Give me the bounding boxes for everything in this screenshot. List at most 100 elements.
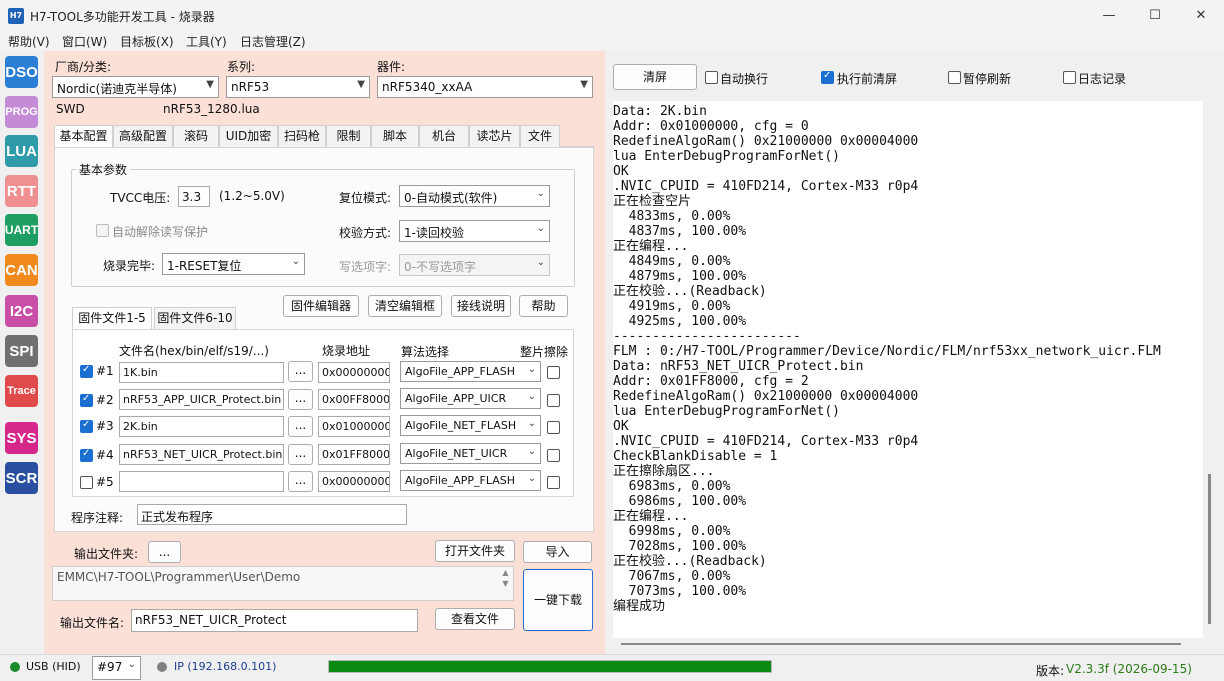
- word-wrap-checkbox[interactable]: [705, 71, 718, 84]
- clear-screen-button[interactable]: 清屏: [613, 64, 697, 90]
- address-input[interactable]: 0x00FF8000: [318, 389, 390, 410]
- tvcc-input[interactable]: 3.3: [178, 186, 210, 207]
- sidebar-prog-button[interactable]: PROG: [5, 96, 38, 128]
- address-input[interactable]: 0x00000000: [318, 471, 390, 492]
- menu-log[interactable]: 日志管理(Z): [240, 33, 306, 50]
- scrollbar-thumb[interactable]: [621, 643, 1181, 645]
- address-input[interactable]: 0x01FF8000: [318, 444, 390, 465]
- full-erase-checkbox[interactable]: [547, 366, 560, 379]
- sidebar-lua-button[interactable]: LUA: [5, 135, 38, 167]
- sidebar-can-button[interactable]: CAN: [5, 254, 38, 286]
- file-enable-checkbox[interactable]: [80, 419, 93, 433]
- menu-window[interactable]: 窗口(W): [62, 33, 107, 50]
- full-erase-checkbox[interactable]: [547, 394, 560, 407]
- tab-files[interactable]: 文件: [520, 125, 560, 147]
- maximize-button[interactable]: ☐: [1132, 0, 1178, 31]
- file-name-input[interactable]: [119, 471, 284, 492]
- option-bytes-select[interactable]: 0-不写选项字 ⌄: [399, 254, 550, 276]
- file-name-input[interactable]: nRF53_NET_UICR_Protect.bin: [119, 444, 284, 465]
- sidebar-sys-button[interactable]: SYS: [5, 422, 38, 454]
- pause-refresh-checkbox[interactable]: [948, 71, 961, 84]
- tab-basic-config[interactable]: 基本配置: [54, 125, 113, 148]
- tab-machine[interactable]: 机台: [419, 125, 469, 147]
- algorithm-select[interactable]: AlgoFile_NET_FLASH ⌄: [400, 415, 541, 436]
- sidebar-dso-button[interactable]: DSO: [5, 56, 38, 88]
- address-input[interactable]: 0x00000000: [318, 362, 390, 383]
- port-value: #97: [97, 660, 123, 674]
- browse-button[interactable]: ...: [288, 389, 313, 410]
- wiring-guide-button[interactable]: 接线说明: [451, 295, 511, 317]
- algorithm-select[interactable]: AlgoFile_APP_FLASH ⌄: [400, 470, 541, 491]
- full-erase-checkbox[interactable]: [547, 476, 560, 489]
- port-select[interactable]: #97 ⌄: [92, 656, 141, 680]
- browse-button[interactable]: ...: [288, 361, 313, 382]
- sidebar-uart-button[interactable]: UART: [5, 214, 38, 246]
- sidebar-rtt-button[interactable]: RTT: [5, 175, 38, 207]
- algorithm-select[interactable]: AlgoFile_APP_UICR ⌄: [400, 388, 541, 409]
- device-select[interactable]: nRF5340_xxAA ▼: [377, 76, 593, 98]
- finish-action-label: 烧录完毕:: [103, 259, 156, 273]
- menu-target[interactable]: 目标板(X): [120, 33, 174, 50]
- help-button[interactable]: 帮助: [519, 295, 568, 317]
- import-button[interactable]: 导入: [523, 541, 592, 563]
- console-line: OK: [613, 164, 629, 179]
- menu-tools[interactable]: 工具(Y): [186, 33, 227, 50]
- sidebar-spi-button[interactable]: SPI: [5, 335, 38, 367]
- auto-unlock-checkbox[interactable]: [96, 224, 109, 237]
- console-output[interactable]: Data: 2K.bin Addr: 0x01000000, cfg = 0 Red…: [613, 101, 1203, 638]
- clear-editor-button[interactable]: 清空编辑框: [368, 295, 442, 317]
- device-value: nRF5340_xxAA: [382, 80, 473, 94]
- algorithm-select[interactable]: AlgoFile_NET_UICR ⌄: [400, 443, 541, 464]
- minimize-button[interactable]: —: [1086, 0, 1132, 31]
- output-path-textarea[interactable]: EMMC\H7-TOOL\Programmer\User\Demo: [52, 566, 514, 601]
- tab-uid-encrypt[interactable]: UID加密: [219, 125, 278, 147]
- firmware-editor-button[interactable]: 固件编辑器: [283, 295, 359, 317]
- file-name-input[interactable]: 1K.bin: [119, 362, 284, 383]
- output-filename-input[interactable]: nRF53_NET_UICR_Protect: [131, 609, 418, 632]
- browse-button[interactable]: ...: [288, 444, 313, 465]
- view-file-button[interactable]: 查看文件: [435, 608, 515, 630]
- tab-limit[interactable]: 限制: [326, 125, 371, 147]
- console-line: 4925ms, 100.00%: [613, 314, 747, 329]
- series-select[interactable]: nRF53 ▼: [226, 76, 370, 98]
- file-enable-checkbox[interactable]: [80, 364, 93, 378]
- horizontal-scrollbar[interactable]: [613, 638, 1203, 648]
- clear-before-run-checkbox[interactable]: [821, 70, 834, 84]
- tab-rolling-code[interactable]: 滚码: [173, 125, 219, 147]
- browse-button[interactable]: ...: [288, 471, 313, 492]
- sidebar-scr-button[interactable]: SCR: [5, 462, 38, 494]
- tab-advanced-config[interactable]: 高级配置: [113, 125, 173, 147]
- tab-firmware-6-10[interactable]: 固件文件6-10: [154, 307, 236, 329]
- full-erase-checkbox[interactable]: [547, 449, 560, 462]
- verify-mode-select[interactable]: 1-读回校验 ⌄: [399, 220, 550, 242]
- one-click-download-button[interactable]: 一键下载: [523, 569, 593, 631]
- reset-mode-select[interactable]: 0-自动模式(软件) ⌄: [399, 185, 550, 207]
- series-value: nRF53: [231, 80, 270, 94]
- address-input[interactable]: 0x01000000: [318, 416, 390, 437]
- close-button[interactable]: ✕: [1178, 0, 1224, 31]
- output-folder-browse-button[interactable]: ...: [148, 541, 181, 563]
- full-erase-checkbox[interactable]: [547, 421, 560, 434]
- file-enable-checkbox[interactable]: [80, 448, 93, 462]
- tab-firmware-1-5[interactable]: 固件文件1-5: [72, 307, 152, 329]
- vertical-scrollbar-thumb[interactable]: [1208, 474, 1211, 624]
- program-note-input[interactable]: 正式发布程序: [137, 504, 407, 525]
- tab-read-chip[interactable]: 读芯片: [469, 125, 520, 147]
- finish-action-select[interactable]: 1-RESET复位 ⌄: [162, 253, 305, 275]
- algorithm-header: 算法选择: [401, 345, 450, 359]
- vendor-select[interactable]: Nordic(诺迪克半导体) ▼: [52, 76, 219, 98]
- file-name-input[interactable]: 2K.bin: [119, 416, 284, 437]
- algorithm-select[interactable]: AlgoFile_APP_FLASH ⌄: [400, 361, 541, 382]
- browse-button[interactable]: ...: [288, 416, 313, 437]
- file-enable-checkbox[interactable]: [80, 476, 93, 489]
- sidebar-i2c-button[interactable]: I2C: [5, 295, 38, 327]
- open-folder-button[interactable]: 打开文件夹: [435, 540, 515, 562]
- menu-help[interactable]: 帮助(V): [8, 33, 50, 50]
- sidebar-trace-button[interactable]: Trace: [5, 375, 38, 407]
- textarea-scrollbar[interactable]: ▲ ▼: [498, 567, 513, 600]
- file-name-input[interactable]: nRF53_APP_UICR_Protect.bin: [119, 389, 284, 410]
- file-enable-checkbox[interactable]: [80, 393, 93, 407]
- tab-scanner[interactable]: 扫码枪: [278, 125, 326, 147]
- tab-script[interactable]: 脚本: [371, 125, 419, 147]
- log-record-checkbox[interactable]: [1063, 71, 1076, 84]
